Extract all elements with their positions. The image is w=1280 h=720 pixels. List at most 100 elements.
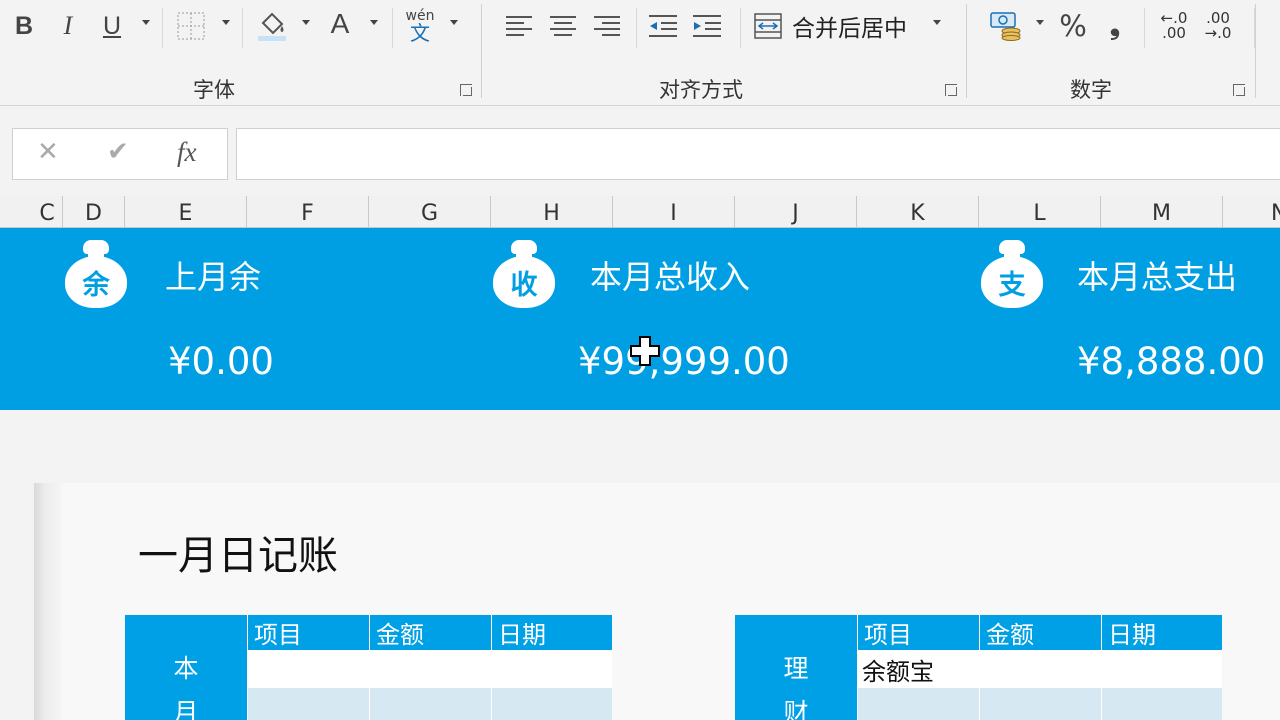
right-table-side-label: 理 财 <box>735 615 857 720</box>
merge-center-icon <box>754 13 782 39</box>
separator <box>242 8 243 48</box>
excel-window: B I U A wén 文 字体 合并后居中 对齐方式 % ❟ ←.0 .00 … <box>0 0 1280 720</box>
banner-amount[interactable]: ¥99,999.00 <box>578 340 790 383</box>
side-label-char: 理 <box>783 654 809 683</box>
table-cell[interactable] <box>369 688 491 720</box>
formula-input[interactable] <box>236 128 1280 180</box>
money-bag-icon: 收 <box>493 240 555 310</box>
column-header-row: C D E F G H I J K L M N <box>0 196 1280 228</box>
table-header-cell: 项目 <box>857 615 979 650</box>
side-label-char: 月 <box>173 698 199 720</box>
column-header[interactable]: E <box>125 196 247 228</box>
font-color-button[interactable]: A <box>322 8 358 44</box>
separator <box>392 8 393 48</box>
font-group-label: 字体 <box>193 78 235 102</box>
separator <box>740 8 741 48</box>
column-header[interactable]: I <box>613 196 735 228</box>
border-button[interactable] <box>174 8 208 44</box>
money-bag-label: 支 <box>981 256 1043 308</box>
number-group-label: 数字 <box>1070 78 1112 102</box>
merge-center-button[interactable]: 合并后居中 <box>754 8 934 44</box>
table-cell[interactable] <box>369 650 491 688</box>
align-left-icon <box>506 16 532 36</box>
phonetic-dropdown-icon[interactable] <box>450 20 458 25</box>
sheet-area: 一月日记账 本 月 项目 金额 日期 理 财 项目 金额 日期 余额宝 <box>0 410 1280 720</box>
percent-button[interactable]: % <box>1056 8 1090 44</box>
bold-button[interactable]: B <box>8 8 40 44</box>
side-label-char: 财 <box>783 698 809 720</box>
phonetic-button[interactable]: wén 文 <box>402 8 438 44</box>
font-color-dropdown-icon[interactable] <box>370 20 378 25</box>
underline-dropdown-icon[interactable] <box>142 20 150 25</box>
enter-icon[interactable]: ✔ <box>107 137 129 167</box>
border-icon <box>177 12 205 40</box>
decrease-decimal-button[interactable]: .00 →.0 <box>1198 8 1238 44</box>
comma-style-button[interactable]: ❟ <box>1100 8 1130 44</box>
paint-bucket-icon <box>258 12 286 41</box>
column-header[interactable]: F <box>247 196 369 228</box>
table-cell[interactable] <box>1101 650 1222 688</box>
table-cell[interactable] <box>979 688 1101 720</box>
column-header[interactable]: D <box>63 196 125 228</box>
phonetic-char: 文 <box>410 21 430 45</box>
number-dialog-launcher-icon[interactable] <box>1233 84 1245 96</box>
banner-title: 本月总支出 <box>1077 258 1238 296</box>
money-bag-icon: 余 <box>65 240 127 310</box>
insert-function-button[interactable]: fx <box>177 137 197 168</box>
font-color-icon: A <box>330 8 350 39</box>
align-left-button[interactable] <box>504 8 534 44</box>
table-header-cell: 金额 <box>369 615 491 650</box>
border-dropdown-icon[interactable] <box>222 20 230 25</box>
increase-decimal-button[interactable]: ←.0 .00 <box>1154 8 1194 44</box>
column-header[interactable]: G <box>369 196 491 228</box>
separator <box>636 8 637 48</box>
table-cell[interactable] <box>247 650 369 688</box>
underline-button[interactable]: U <box>96 8 128 44</box>
increase-indent-button[interactable] <box>690 8 724 44</box>
column-header[interactable]: H <box>491 196 613 228</box>
italic-button[interactable]: I <box>52 8 84 44</box>
merge-center-label: 合并后居中 <box>792 16 907 42</box>
accounting-dropdown-icon[interactable] <box>1036 20 1044 25</box>
fill-color-button[interactable] <box>254 8 290 44</box>
table-cell[interactable] <box>1101 688 1222 720</box>
merge-center-dropdown-icon[interactable] <box>933 20 941 25</box>
banner-title: 本月总收入 <box>590 258 751 296</box>
font-color-swatch <box>326 38 354 42</box>
formula-controls: ✕ ✔ fx <box>12 128 228 180</box>
column-header[interactable]: M <box>1101 196 1223 228</box>
banner-amount[interactable]: ¥8,888.00 <box>1077 340 1265 383</box>
table-cell[interactable] <box>979 650 1101 688</box>
table-cell[interactable] <box>857 688 979 720</box>
money-bag-label: 收 <box>493 256 555 308</box>
alignment-dialog-launcher-icon[interactable] <box>945 84 957 96</box>
table-cell[interactable]: 余额宝 <box>857 650 979 688</box>
cancel-icon[interactable]: ✕ <box>37 137 59 167</box>
column-header[interactable]: C <box>32 196 63 228</box>
banner-title: 上月余 <box>165 258 262 296</box>
align-center-icon <box>550 16 576 36</box>
left-table-side-label: 本 月 <box>125 615 247 720</box>
formula-bar: ✕ ✔ fx <box>0 106 1280 194</box>
table-cell[interactable] <box>247 688 369 720</box>
column-header[interactable]: N <box>1223 196 1280 228</box>
fill-color-dropdown-icon[interactable] <box>302 20 310 25</box>
money-bag-label: 余 <box>65 256 127 308</box>
ribbon: B I U A wén 文 字体 合并后居中 对齐方式 % ❟ ←.0 .00 … <box>0 0 1280 106</box>
table-cell[interactable] <box>491 688 612 720</box>
banner-amount[interactable]: ¥0.00 <box>168 340 274 383</box>
table-header-cell: 日期 <box>1101 615 1222 650</box>
column-header[interactable]: K <box>857 196 979 228</box>
accounting-format-button[interactable] <box>988 8 1024 44</box>
increase-decimal-bottom: .00 <box>1162 24 1186 42</box>
column-header[interactable]: J <box>735 196 857 228</box>
align-center-button[interactable] <box>548 8 578 44</box>
align-right-button[interactable] <box>592 8 622 44</box>
table-cell[interactable] <box>491 650 612 688</box>
separator <box>1144 8 1145 48</box>
decrease-indent-icon <box>649 15 677 37</box>
font-dialog-launcher-icon[interactable] <box>460 84 472 96</box>
group-separator <box>1255 4 1256 98</box>
decrease-indent-button[interactable] <box>646 8 680 44</box>
column-header[interactable]: L <box>979 196 1101 228</box>
